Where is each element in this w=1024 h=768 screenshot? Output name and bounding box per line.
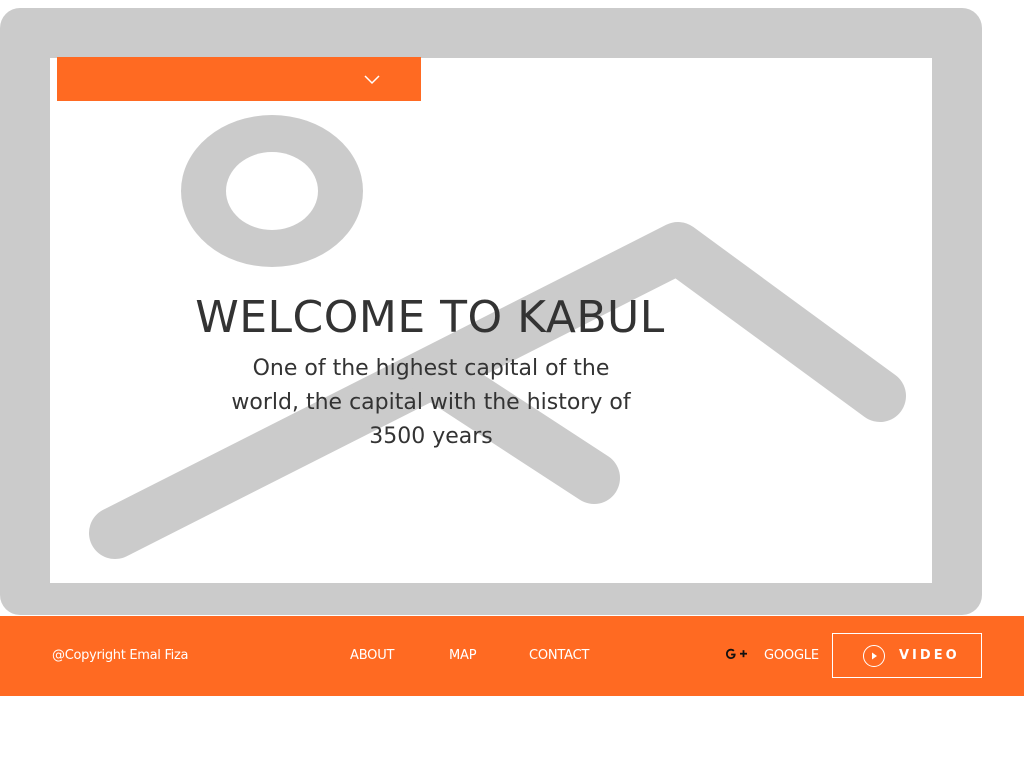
google-plus-icon[interactable] (725, 646, 753, 666)
video-button[interactable]: VIDEO (832, 633, 982, 678)
page: WELCOME TO KABUL One of the highest capi… (0, 0, 1024, 768)
video-button-label: VIDEO (899, 648, 960, 663)
copyright-text: @Copyright Emal Fiza (52, 648, 189, 663)
play-icon (863, 645, 885, 667)
chevron-down-icon (364, 75, 380, 85)
hero-subtitle: One of the highest capital of the world,… (231, 356, 631, 449)
nav-link-map[interactable]: MAP (449, 648, 477, 663)
dropdown-select[interactable] (57, 57, 421, 101)
hero-title: WELCOME TO KABUL (195, 292, 665, 343)
google-link[interactable]: GOOGLE (764, 648, 819, 663)
nav-link-contact[interactable]: CONTACT (529, 648, 589, 663)
footer: @Copyright Emal Fiza ABOUT MAP CONTACT G… (0, 616, 1024, 696)
nav-link-about[interactable]: ABOUT (350, 648, 394, 663)
